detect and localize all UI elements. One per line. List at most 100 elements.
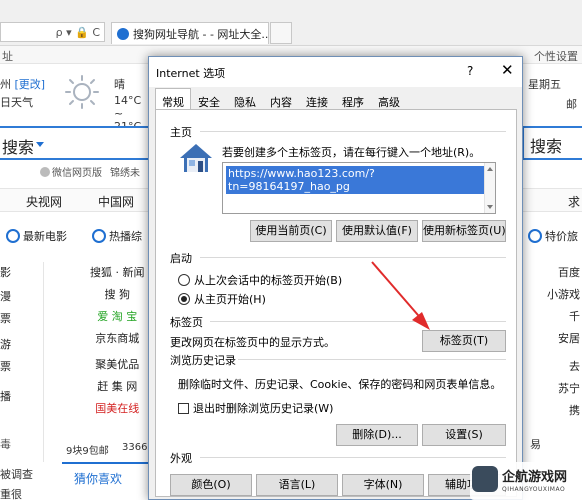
list-item[interactable]: 百度 [528,262,580,284]
site-link-gome[interactable]: 国美在线 [90,398,145,420]
fonts-button[interactable]: 字体(N) [342,474,424,496]
tab-advanced[interactable]: 高级 [371,90,407,110]
category-travel[interactable]: 特价旅 [528,228,578,244]
browser-tab-title: 搜狗网址导航 - - 网址大全... [133,27,269,41]
scroll-up-icon[interactable] [487,167,493,171]
delete-on-exit-label: 退出时删除浏览历史记录(W) [193,402,334,415]
sunny-icon [65,75,99,109]
left-side-text-2[interactable]: 被调查 [0,466,33,482]
tab-connections[interactable]: 连接 [299,90,335,110]
use-current-button[interactable]: 使用当前页(C) [250,220,332,242]
left-side-text-3[interactable]: 重很 [0,486,22,500]
delete-on-exit-checkbox[interactable]: 退出时删除浏览历史记录(W) [178,400,333,416]
sogou-logo-icon [117,27,129,40]
browser-tab[interactable]: 搜狗网址导航 - - 网址大全... × [111,22,269,44]
category-movies[interactable]: 最新电影 [6,228,67,244]
radio-off-icon[interactable] [178,274,190,286]
list-item[interactable]: 票 [0,308,43,330]
promo-text[interactable]: 9块9包邮 [66,442,109,457]
help-button[interactable]: ? [467,64,473,78]
list-item[interactable]: 漫 [0,286,43,308]
site-link-ganji[interactable]: 赶 集 网 [90,376,145,398]
use-default-button[interactable]: 使用默认值(F) [336,220,418,242]
startup-section-header: 启动 [170,252,192,265]
list-item[interactable]: 千 [528,306,580,328]
appearance-section-header: 外观 [170,452,192,465]
search-box[interactable]: 搜索 [0,126,150,160]
startup-home-label: 从主页开始(H) [194,293,266,306]
site-column-1: 搜狐 · 新闻 搜 狗 爱 淘 宝 京东商城 聚美优品 赶 集 网 国美在线 [90,262,145,420]
left-side-text-1[interactable]: 毒 [0,436,11,452]
new-tab-button[interactable] [270,22,292,44]
tab-programs[interactable]: 程序 [335,90,371,110]
personalize-link[interactable]: 个性设置 [534,48,578,64]
history-settings-button[interactable]: 设置(S) [422,424,506,446]
languages-button[interactable]: 语言(L) [256,474,338,496]
annotation-arrow-icon [371,261,430,330]
weather-type: 日天气 [0,96,33,109]
home-url-textarea[interactable]: https://www.hao123.com/?tn=98164197_hao_… [222,162,496,214]
address-bar-tail[interactable]: ρ ▾ 🔒 C [0,22,105,42]
site-link-jd[interactable]: 京东商城 [90,328,145,350]
search-button[interactable]: 搜索 [522,126,582,160]
search-type-label[interactable]: 搜索 [2,134,34,158]
divider [238,359,506,360]
list-item[interactable]: 安居 [528,328,580,350]
textarea-scrollbar[interactable] [484,163,495,213]
divider [200,457,506,458]
site-link-aitaobao[interactable]: 爱 淘 宝 [90,306,145,328]
site-link-sohu[interactable]: 搜狐 · 新闻 [90,262,145,284]
divider [200,257,506,258]
wechat-link[interactable]: 微信网页版 [40,164,102,179]
dialog-tabs: 常规 安全 隐私 内容 连接 程序 高级 [155,88,407,110]
nav-cctv[interactable]: 央视网 [26,193,62,210]
nav-china[interactable]: 中国网 [98,193,134,210]
list-item[interactable]: 票 [0,356,43,378]
category-movies-label: 最新电影 [23,230,67,243]
divider [210,321,506,322]
watermark-logo: 企航游戏网 QIHANGYOUXIMAO [470,462,582,500]
dialog-titlebar[interactable]: Internet 选项 ? ✕ [149,57,522,87]
tab-content[interactable]: 内容 [263,90,299,110]
home-url-value[interactable]: https://www.hao123.com/?tn=98164197_hao_… [226,166,495,194]
category-variety[interactable]: 热播综 [92,228,142,244]
topbar-left-text[interactable]: 址 [2,48,13,64]
tab-privacy[interactable]: 隐私 [227,90,263,110]
tab-security[interactable]: 安全 [191,90,227,110]
list-item[interactable]: 游 [0,334,43,356]
tabs-description: 更改网页在标签页中的显示方式。 [170,336,335,349]
site-link-jumei[interactable]: 聚美优品 [90,354,145,376]
startup-home-radio[interactable]: 从主页开始(H) [178,291,266,307]
history-section-header: 浏览历史记录 [170,354,236,367]
use-new-tab-button[interactable]: 使用新标签页(U) [422,220,506,242]
chevron-down-icon[interactable] [36,142,44,147]
dialog-title: Internet 选项 [156,67,226,80]
delete-history-button[interactable]: 删除(D)... [336,424,418,446]
list-item[interactable]: 苏宁 [528,378,580,400]
home-description: 若要创建多个主标签页，请在每行键入一个地址(R)。 [222,146,481,159]
list-item[interactable]: 小游戏 [528,284,580,306]
tab-guess-you-like[interactable]: 猜你喜欢 [62,462,150,488]
sublink-2[interactable]: 锦绣未 [110,164,140,179]
list-item[interactable]: 影 [0,262,43,284]
list-item[interactable]: 去 [528,356,580,378]
weather-change-link[interactable]: [更改] [15,78,46,91]
scroll-down-icon[interactable] [487,205,493,209]
list-item[interactable]: 携 [528,400,580,422]
left-site-column: 影 漫 票 游 票 播 [0,262,44,462]
checkbox-icon[interactable] [178,402,189,414]
colors-button[interactable]: 颜色(O) [170,474,252,496]
tab-general[interactable]: 常规 [155,88,191,110]
list-item[interactable]: 播 [0,386,43,408]
general-tab-panel: 主页 若要创建多个主标签页，请在每行键入一个地址(R)。 https://www… [155,109,517,497]
date-text: 星期五 [528,78,561,91]
search-sublinks: 微信网页版 锦绣未 [40,164,140,179]
right-bottom-text[interactable]: 易 [530,436,541,452]
close-icon[interactable]: ✕ [501,61,514,79]
startup-last-session-radio[interactable]: 从上次会话中的标签页开始(B) [178,272,342,288]
nav-right[interactable]: 求 [568,193,580,210]
radio-on-icon[interactable] [178,293,190,305]
weather-city-name: 州 [0,78,11,91]
site-link-sogou[interactable]: 搜 狗 [90,284,145,306]
promo-text-2[interactable]: 3366 [122,442,147,453]
